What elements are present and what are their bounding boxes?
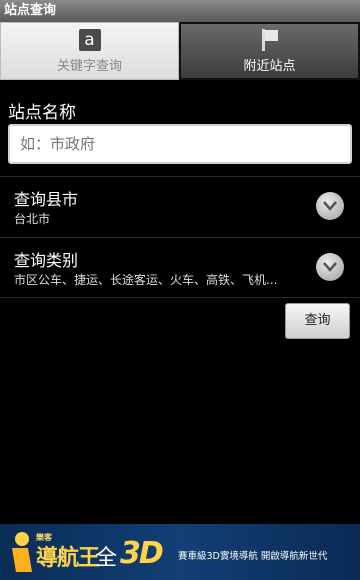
ad-brand-text: 導航王 bbox=[36, 546, 100, 571]
ad-3d-text: 3D bbox=[120, 536, 164, 571]
category-selector[interactable]: 查询类别 市区公车、捷运、长途客运、火车、高铁、飞机... bbox=[0, 239, 360, 297]
flag-icon bbox=[259, 28, 281, 51]
a-letter-icon: a bbox=[78, 28, 101, 51]
tab-bar: a 关键字查询 附近站点 bbox=[0, 22, 360, 80]
city-selector[interactable]: 查询县市 台北市 bbox=[0, 178, 360, 236]
station-name-label: 站点名称 bbox=[8, 103, 76, 123]
tab-nearby-stations[interactable]: 附近站点 bbox=[179, 22, 360, 80]
tab-nearby-stations-label: 附近站点 bbox=[243, 58, 296, 74]
category-selector-label: 查询类别 bbox=[14, 251, 79, 270]
ad-logo-icon bbox=[12, 532, 32, 572]
chevron-down-icon[interactable] bbox=[316, 253, 344, 281]
city-selector-label: 查询县市 bbox=[14, 190, 79, 209]
chevron-down-icon[interactable] bbox=[316, 192, 344, 220]
tab-keyword-search-label: 关键字查询 bbox=[56, 58, 122, 74]
tab-keyword-search[interactable]: a 关键字查询 bbox=[0, 22, 179, 80]
search-button[interactable]: 查询 bbox=[285, 303, 350, 339]
divider bbox=[0, 176, 360, 177]
divider bbox=[0, 297, 360, 298]
category-selector-value: 市区公车、捷运、长途客运、火车、高铁、飞机... bbox=[14, 273, 278, 287]
ad-banner[interactable]: 樂客 導航王 全 3D 賽車級3D實境導航 開啟導航新世代 bbox=[0, 524, 360, 580]
ad-slogan-text: 賽車級3D實境導航 開啟導航新世代 bbox=[178, 551, 328, 562]
divider bbox=[0, 237, 360, 238]
window-title: 站点查询 bbox=[0, 0, 360, 22]
station-name-input[interactable] bbox=[8, 124, 352, 164]
city-selector-value: 台北市 bbox=[14, 212, 51, 226]
ad-quan-text: 全 bbox=[95, 546, 118, 571]
